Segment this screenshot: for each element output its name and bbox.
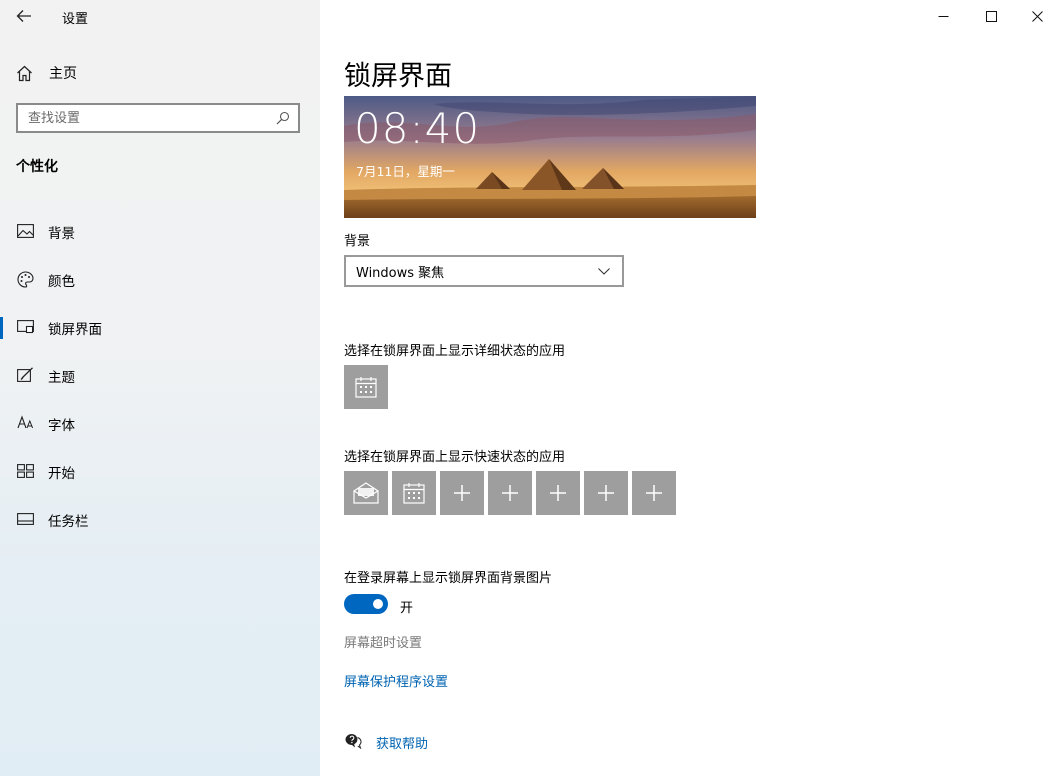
home-label: 主页 bbox=[49, 66, 77, 82]
chevron-down-icon bbox=[594, 261, 614, 281]
sidebar-item-start[interactable]: 开始 bbox=[0, 448, 320, 496]
mail-icon bbox=[353, 482, 379, 504]
help-icon[interactable] bbox=[344, 733, 362, 751]
app-title: 设置 bbox=[62, 12, 89, 27]
close-icon bbox=[1031, 10, 1043, 22]
back-arrow-icon bbox=[16, 10, 31, 22]
sidebar-item-label: 开始 bbox=[48, 466, 75, 482]
search-input[interactable] bbox=[18, 110, 272, 126]
sidebar-item-themes[interactable]: 主题 bbox=[0, 352, 320, 400]
screensaver-settings-link[interactable]: 屏幕保护程序设置 bbox=[344, 671, 448, 690]
quick-status-add-tile[interactable] bbox=[584, 471, 628, 515]
taskbar-icon bbox=[16, 510, 34, 528]
quick-status-label: 选择在锁屏界面上显示快速状态的应用 bbox=[344, 450, 566, 465]
sidebar-item-label: 颜色 bbox=[48, 274, 75, 290]
quick-status-add-tile[interactable] bbox=[632, 471, 676, 515]
lock-screen-icon bbox=[16, 318, 34, 336]
search-icon[interactable] bbox=[272, 107, 294, 129]
theme-brush-icon bbox=[16, 366, 34, 384]
login-background-toggle[interactable] bbox=[344, 594, 388, 614]
picture-icon bbox=[16, 222, 34, 240]
home-icon bbox=[17, 65, 32, 81]
sidebar-item-fonts[interactable]: 字体 bbox=[0, 400, 320, 448]
sidebar-item-label: 任务栏 bbox=[48, 514, 89, 530]
preview-time: 08:40 bbox=[354, 104, 481, 153]
login-background-label: 在登录屏幕上显示锁屏界面背景图片 bbox=[344, 571, 553, 586]
detailed-status-app-tile[interactable] bbox=[344, 365, 388, 409]
section-title: 个性化 bbox=[16, 159, 58, 175]
quick-status-app-tile-calendar[interactable] bbox=[392, 471, 436, 515]
minimize-button[interactable] bbox=[920, 0, 966, 32]
active-indicator bbox=[0, 317, 3, 339]
sidebar-item-label: 锁屏界面 bbox=[48, 322, 102, 338]
page-title: 锁屏界面 bbox=[344, 61, 452, 92]
calendar-icon bbox=[403, 483, 425, 504]
quick-status-add-tile[interactable] bbox=[488, 471, 532, 515]
toggle-state-label: 开 bbox=[400, 601, 414, 616]
palette-icon bbox=[16, 270, 34, 288]
sidebar-item-colors[interactable]: 颜色 bbox=[0, 256, 320, 304]
main-content: 锁屏界面 08:40 7月11日，星期一 背景 Windows 聚焦 选择在锁屏… bbox=[320, 0, 1051, 776]
maximize-button[interactable] bbox=[968, 0, 1014, 32]
sidebar-nav: 背景 颜色 锁屏界面 主题 字体 开始 任务栏 bbox=[0, 208, 320, 544]
sidebar: 设置 主页 个性化 背景 颜色 bbox=[0, 0, 320, 776]
back-button[interactable] bbox=[12, 4, 36, 28]
quick-status-add-tile[interactable] bbox=[536, 471, 580, 515]
preview-date: 7月11日，星期一 bbox=[356, 164, 455, 179]
background-dropdown-value: Windows 聚焦 bbox=[356, 265, 445, 281]
sidebar-item-taskbar[interactable]: 任务栏 bbox=[0, 496, 320, 544]
close-button[interactable] bbox=[1014, 0, 1051, 32]
start-tiles-icon bbox=[16, 462, 34, 480]
toggle-knob bbox=[373, 599, 383, 609]
maximize-icon bbox=[985, 10, 997, 22]
search-box[interactable] bbox=[16, 103, 300, 133]
quick-status-add-tile[interactable] bbox=[440, 471, 484, 515]
detailed-status-label: 选择在锁屏界面上显示详细状态的应用 bbox=[344, 344, 566, 359]
calendar-icon bbox=[355, 377, 377, 398]
background-label: 背景 bbox=[344, 234, 371, 249]
plus-icon bbox=[550, 485, 566, 501]
font-icon bbox=[16, 414, 34, 432]
home-link[interactable]: 主页 bbox=[16, 62, 77, 84]
sidebar-item-background[interactable]: 背景 bbox=[0, 208, 320, 256]
plus-icon bbox=[454, 485, 470, 501]
plus-icon bbox=[502, 485, 518, 501]
sidebar-item-lock-screen[interactable]: 锁屏界面 bbox=[0, 304, 320, 352]
sidebar-item-label: 字体 bbox=[48, 418, 75, 434]
sidebar-item-label: 背景 bbox=[48, 226, 75, 242]
quick-status-app-tile-mail[interactable] bbox=[344, 471, 388, 515]
plus-icon bbox=[646, 485, 662, 501]
lock-screen-preview: 08:40 7月11日，星期一 bbox=[344, 96, 756, 218]
sidebar-item-label: 主题 bbox=[48, 370, 75, 386]
get-help-link[interactable]: 获取帮助 bbox=[376, 733, 428, 752]
screen-timeout-link[interactable]: 屏幕超时设置 bbox=[344, 632, 422, 651]
background-dropdown[interactable]: Windows 聚焦 bbox=[344, 255, 624, 287]
plus-icon bbox=[598, 485, 614, 501]
minimize-icon bbox=[938, 15, 948, 17]
